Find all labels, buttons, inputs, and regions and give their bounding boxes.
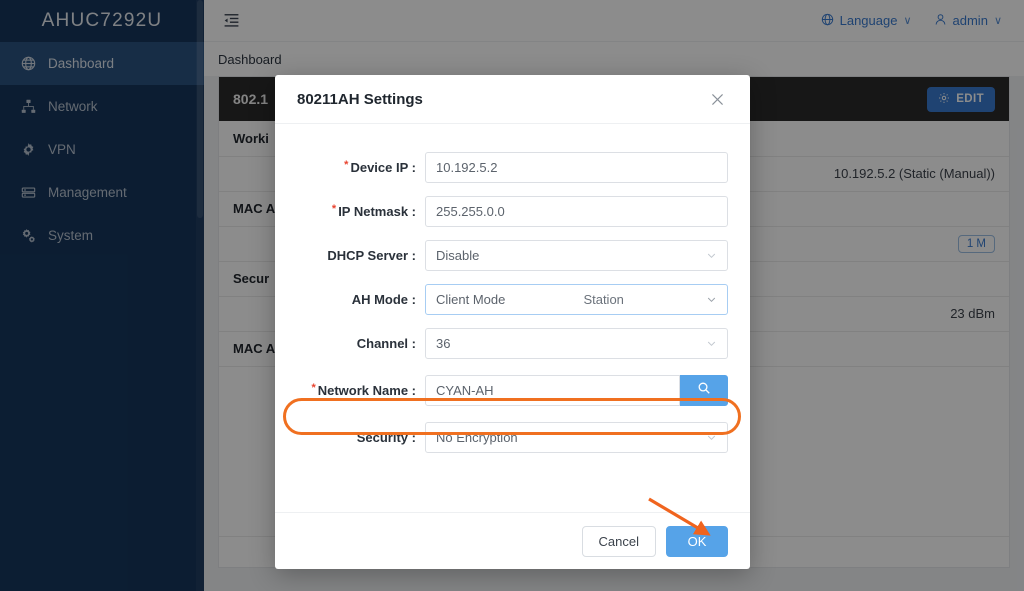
close-icon[interactable] <box>706 88 728 110</box>
ah-mode-value: Client Mode <box>436 292 506 307</box>
label-text: DHCP Server <box>327 248 409 263</box>
label-text: Channel <box>356 336 409 351</box>
network-name-input[interactable]: CYAN-AH <box>425 375 680 406</box>
field-label-channel: Channel : <box>356 336 416 351</box>
search-button[interactable] <box>680 375 728 406</box>
field-row-device-ip: * Device IP : 10.192.5.2 <box>297 152 728 183</box>
chevron-down-icon <box>706 250 717 261</box>
label-text: Network Name <box>317 383 409 398</box>
field-label-security: Security : <box>356 430 416 445</box>
security-value: No Encryption <box>436 430 518 445</box>
ah-mode-select[interactable]: Client Mode Station <box>425 284 728 315</box>
label-text: Security <box>356 430 409 445</box>
network-name-group: CYAN-AH <box>425 375 728 406</box>
dialog-title: 80211AH Settings <box>297 90 423 108</box>
ip-netmask-input[interactable]: 255.255.0.0 <box>425 196 728 227</box>
channel-select[interactable]: 36 <box>425 328 728 359</box>
required-marker: * <box>331 203 337 215</box>
dialog-body: * Device IP : 10.192.5.2 * IP Netmask : 25… <box>275 124 750 512</box>
ok-button[interactable]: OK <box>666 525 728 557</box>
required-marker: * <box>311 382 316 394</box>
device-ip-input[interactable]: 10.192.5.2 <box>425 152 728 183</box>
chevron-down-icon <box>706 294 717 305</box>
field-row-dhcp-server: DHCP Server : Disable <box>297 240 728 271</box>
channel-value: 36 <box>436 336 451 351</box>
field-label-device-ip: * Device IP : <box>344 159 416 176</box>
field-label-dhcp-server: DHCP Server : <box>327 248 416 263</box>
label-text: AH Mode <box>351 292 409 307</box>
field-row-ip-netmask: * IP Netmask : 255.255.0.0 <box>297 196 728 227</box>
dialog-header: 80211AH Settings <box>275 75 750 124</box>
dhcp-server-select[interactable]: Disable <box>425 240 728 271</box>
field-label-ip-netmask: * IP Netmask : <box>331 203 416 220</box>
network-name-value: CYAN-AH <box>436 383 494 398</box>
label-text: IP Netmask <box>338 204 409 219</box>
security-select[interactable]: No Encryption <box>425 422 728 453</box>
app-root: AHUC7292U Dashboard Network VPN Manageme… <box>0 0 1024 591</box>
required-marker: * <box>344 159 349 171</box>
field-label-network-name: * Network Name : <box>311 382 416 399</box>
dialog-footer: Cancel OK <box>275 512 750 569</box>
field-row-network-name: * Network Name : CYAN-AH <box>297 375 728 406</box>
chevron-down-icon <box>706 432 717 443</box>
cancel-button[interactable]: Cancel <box>581 525 656 557</box>
label-text: Device IP <box>350 160 409 175</box>
field-label-ah-mode: AH Mode : <box>351 292 416 307</box>
dhcp-server-value: Disable <box>436 248 480 263</box>
ah-mode-suffix: Station <box>583 292 624 307</box>
chevron-down-icon <box>706 338 717 349</box>
field-row-security: Security : No Encryption <box>297 422 728 453</box>
ip-netmask-value: 255.255.0.0 <box>436 204 505 219</box>
settings-dialog: 80211AH Settings * Device IP : 10.192.5.2 <box>275 75 750 569</box>
field-row-channel: Channel : 36 <box>297 328 728 359</box>
device-ip-value: 10.192.5.2 <box>436 160 498 175</box>
search-icon <box>697 381 711 400</box>
field-row-ah-mode: AH Mode : Client Mode Station <box>297 284 728 315</box>
